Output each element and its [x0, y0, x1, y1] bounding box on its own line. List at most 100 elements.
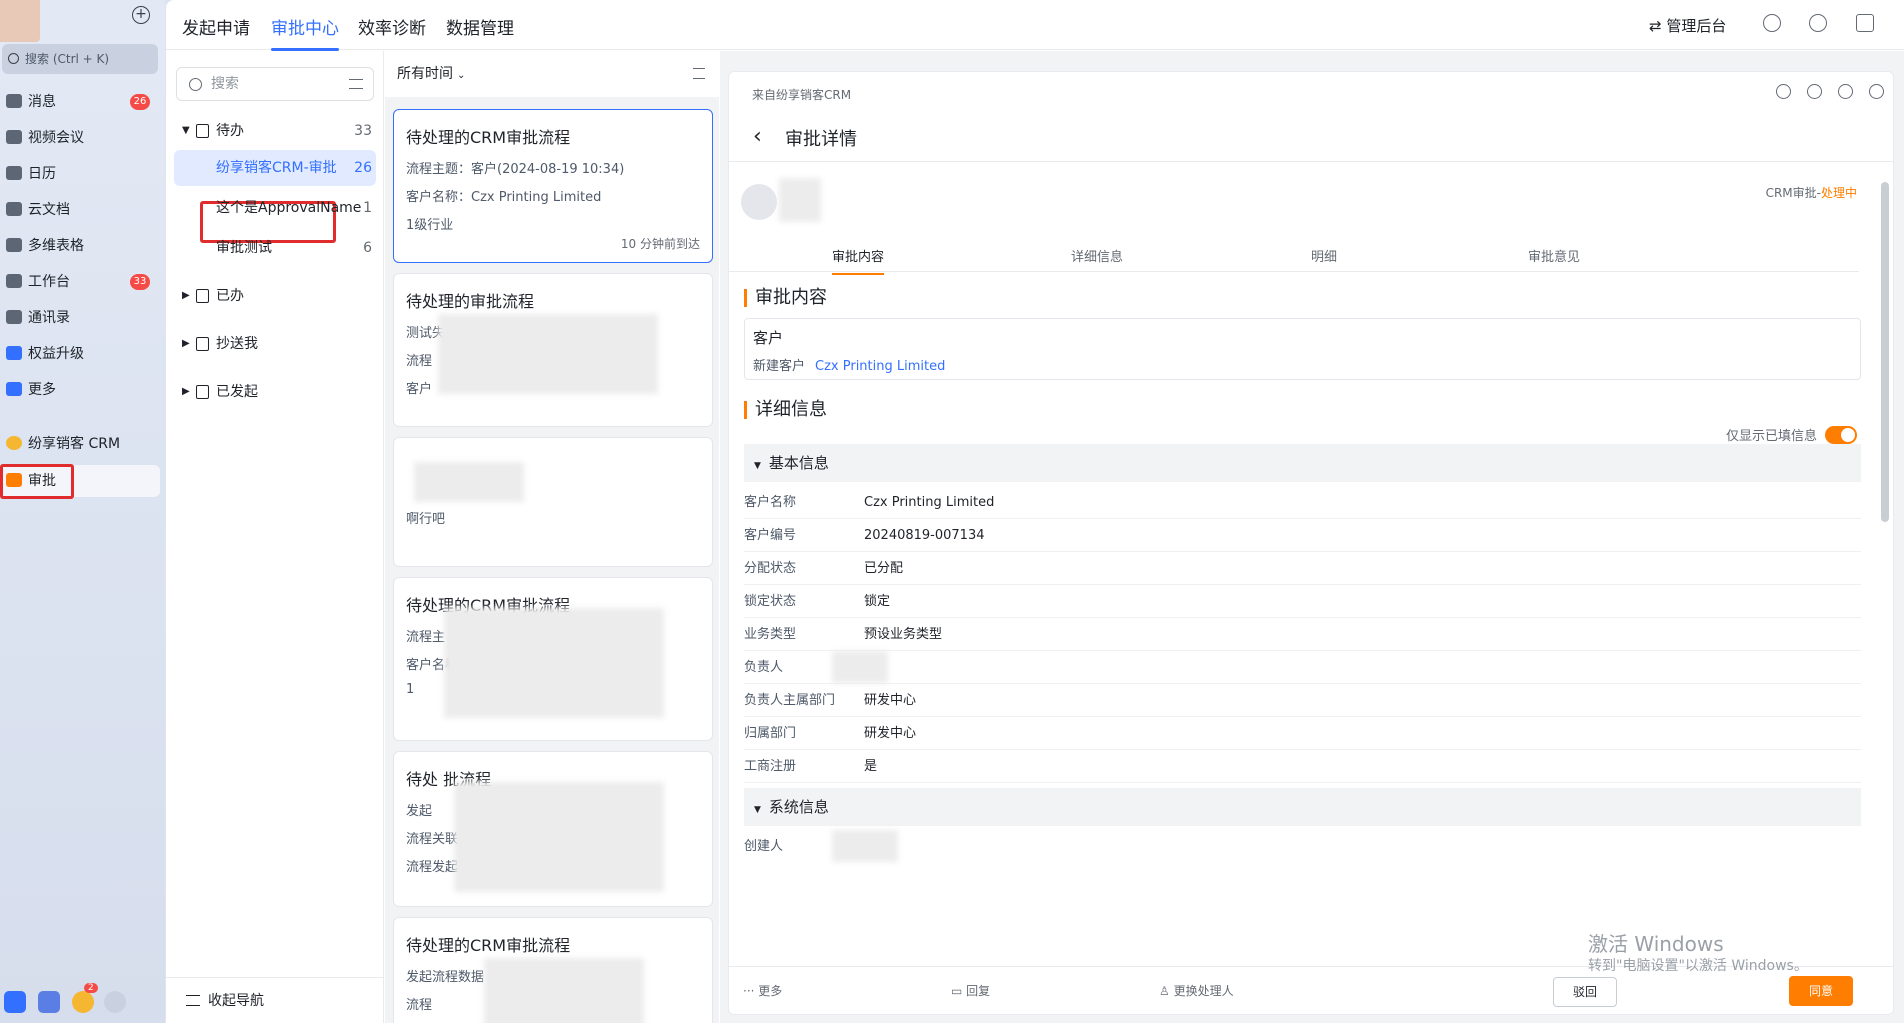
open-window-icon[interactable] — [1856, 14, 1874, 32]
sidebar-app-crm[interactable]: 纷享销客 CRM — [0, 428, 160, 460]
crm-icon — [6, 436, 22, 450]
tree-item-approvalname[interactable]: 这个是ApprovalName 1 — [166, 190, 384, 226]
sidebar-item-upgrade[interactable]: 权益升级 — [0, 338, 160, 370]
sync-icon[interactable] — [1776, 84, 1791, 99]
share-icon[interactable] — [1838, 84, 1853, 99]
done-icon — [196, 289, 209, 303]
redacted-block — [414, 462, 524, 502]
caret-right-icon: ▶ — [182, 290, 190, 301]
tree-item-crm-approval[interactable]: 纷享销客CRM-审批 26 — [174, 150, 376, 186]
list-item[interactable]: 待处理的CRM审批流程 流程主 客户名称 1 — [393, 577, 713, 741]
caret-down-icon: ▼ — [754, 805, 761, 815]
detail-card: 来自纷享销客CRM ‹ 审批详情 CRM审批-处理中 审批内容 详细信息 明细 … — [728, 71, 1894, 1015]
tab-efficiency[interactable]: 效率诊断 — [358, 14, 426, 39]
list-item[interactable]: 待处 批流程 发起 流程关联 流程发起 — [393, 751, 713, 907]
agree-button[interactable]: 同意 — [1789, 976, 1853, 1006]
detail-tabs: 审批内容 详细信息 明细 审批意见 — [729, 238, 1859, 275]
reply-button[interactable]: ▭ 回复 — [951, 982, 990, 999]
tree-todo[interactable]: ▼ 待办 33 — [166, 113, 384, 149]
chevron-down-icon: ⌄ — [457, 70, 466, 81]
tree-cc[interactable]: ▶ 抄送我 — [166, 326, 384, 362]
tab-approval-center[interactable]: 审批中心 — [271, 14, 339, 51]
group-system-info[interactable]: ▼ 系统信息 — [744, 788, 1861, 826]
global-search[interactable]: 搜索 (Ctrl + K) — [2, 44, 158, 74]
admin-button[interactable]: ⇄ 管理后台 — [1649, 15, 1726, 36]
started-icon — [196, 385, 209, 399]
section-title: 详细信息 — [744, 401, 827, 419]
settings-icon[interactable] — [1809, 14, 1827, 32]
cc-icon — [196, 337, 209, 351]
todo-icon — [196, 124, 209, 138]
sidebar-item-docs[interactable]: 云文档 — [0, 194, 160, 226]
tree-started[interactable]: ▶ 已发起 — [166, 374, 384, 410]
detail-header: ‹ 审批详情 — [729, 112, 1893, 162]
top-navigation: 发起申请 审批中心 效率诊断 数据管理 ⇄ 管理后台 — [166, 0, 1904, 51]
status-badge: CRM审批-处理中 — [1765, 186, 1857, 200]
link-icon[interactable] — [1869, 84, 1884, 99]
tab-apply[interactable]: 发起申请 — [182, 14, 250, 39]
more-actions-button[interactable]: ··· 更多 — [743, 982, 782, 999]
refresh-icon[interactable] — [1763, 14, 1781, 32]
menu-icon — [186, 995, 200, 1006]
workbench-icon — [6, 274, 22, 288]
sidebar-item-calendar[interactable]: 日历 — [0, 158, 160, 190]
sidebar-item-bitable[interactable]: 多维表格 — [0, 230, 160, 262]
field-row: 分配状态 已分配 — [744, 552, 1861, 585]
windows-activation-watermark: 激活 Windows — [1588, 932, 1724, 956]
field-row: 负责人 — [744, 651, 1861, 684]
sidebar-item-more[interactable]: 更多 — [0, 374, 160, 406]
content-box: 客户 新建客户 Czx Printing Limited — [744, 318, 1861, 380]
caret-down-icon: ▼ — [182, 125, 190, 136]
customer-link[interactable]: Czx Printing Limited — [815, 359, 945, 374]
tree-item-approval-test[interactable]: 审批测试 6 — [166, 230, 384, 266]
app-icon[interactable] — [4, 991, 26, 1013]
source-label: 来自纷享销客CRM — [752, 88, 852, 102]
list-item[interactable]: 待处理的CRM审批流程 发起流程数据 流程 流程 — [393, 917, 713, 1023]
workbench-badge: 33 — [130, 274, 150, 290]
main-panel: 发起申请 审批中心 效率诊断 数据管理 ⇄ 管理后台 搜索 ▼ 待办 33 纷享销客… — [166, 0, 1904, 1023]
back-arrow-icon[interactable]: ‹ — [753, 124, 762, 149]
sort-icon[interactable] — [693, 68, 705, 79]
tab-comments[interactable]: 审批意见 — [1528, 246, 1580, 265]
refresh-icon[interactable] — [1807, 84, 1822, 99]
filter-icon[interactable] — [349, 79, 363, 89]
time-filter[interactable]: 所有时间 — [397, 66, 453, 82]
field-row: 锁定状态 锁定 — [744, 585, 1861, 618]
search-icon — [8, 53, 19, 64]
redacted-block — [444, 608, 664, 718]
avatar[interactable] — [0, 0, 40, 42]
approval-list-panel: 所有时间 ⌄ 待处理的CRM审批流程 流程主题：客户(2024-08-19 10:… — [385, 51, 719, 1023]
crm-icon[interactable] — [72, 991, 94, 1013]
tab-data-management[interactable]: 数据管理 — [446, 14, 514, 39]
sidebar-item-messages[interactable]: 消息 26 — [0, 86, 160, 118]
table-icon — [6, 238, 22, 252]
group-basic-info[interactable]: ▼ 基本信息 — [744, 444, 1861, 482]
caret-right-icon: ▶ — [182, 338, 190, 349]
redacted-block — [832, 830, 898, 862]
tab-approval-content[interactable]: 审批内容 — [832, 246, 885, 275]
caret-down-icon: ▼ — [754, 461, 761, 471]
calendar-icon — [6, 166, 22, 180]
tree-search-input[interactable]: 搜索 — [176, 67, 374, 101]
sidebar-item-workbench[interactable]: 工作台 33 — [0, 266, 160, 298]
tab-detail-info[interactable]: 详细信息 — [1071, 246, 1123, 265]
scrollbar[interactable] — [1881, 182, 1889, 522]
tree-done[interactable]: ▶ 已办 — [166, 278, 384, 314]
sidebar-item-contacts[interactable]: 通讯录 — [0, 302, 160, 334]
sidebar-item-video[interactable]: 视频会议 — [0, 122, 160, 154]
reject-button[interactable]: 驳回 — [1553, 977, 1617, 1007]
tab-line-items[interactable]: 明细 — [1311, 246, 1337, 265]
list-item[interactable]: 啊行吧 — [393, 437, 713, 567]
sidebar: + 搜索 (Ctrl + K) 消息 26 视频会议 日历 云文档 多维表格 工作… — [0, 0, 165, 1023]
list-item[interactable]: 待处理的CRM审批流程 流程主题：客户(2024-08-19 10:34) 客户… — [393, 109, 713, 263]
list-item[interactable]: 待处理的审批流程 测试失 流程 客户 — [393, 273, 713, 427]
transfer-button[interactable]: ♙ 更换处理人 — [1159, 982, 1234, 999]
filled-only-toggle[interactable] — [1825, 426, 1857, 444]
bottom-badge: 2 — [84, 983, 98, 993]
collapse-nav-button[interactable]: 收起导航 — [166, 977, 384, 1023]
more-icon[interactable] — [104, 991, 126, 1013]
app-icon[interactable] — [38, 991, 60, 1013]
search-icon — [189, 78, 202, 91]
section-title: 审批内容 — [744, 289, 827, 307]
add-icon[interactable]: + — [132, 6, 150, 24]
